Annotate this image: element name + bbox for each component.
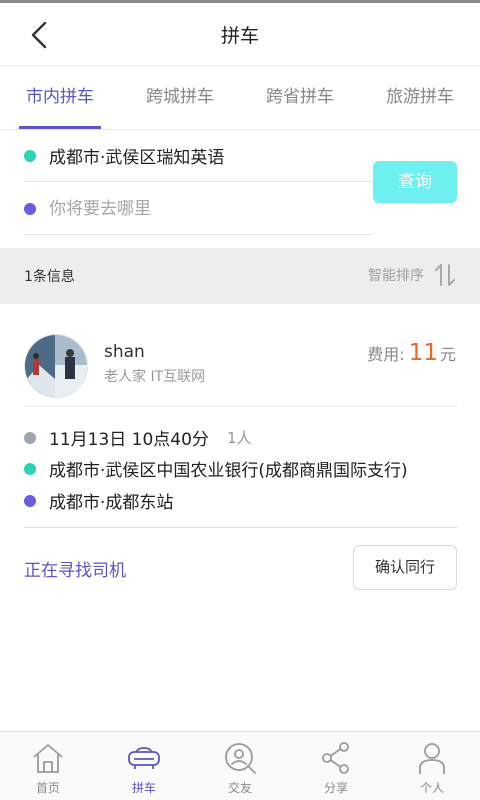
destination-input[interactable] bbox=[49, 198, 349, 219]
ride-status: 正在寻找司机 bbox=[24, 561, 126, 581]
fee-amount: 11 bbox=[408, 340, 438, 366]
divider bbox=[24, 527, 457, 528]
nav-friends[interactable]: 交友 bbox=[192, 732, 288, 800]
nav-label: 首页 bbox=[35, 781, 60, 795]
nav-carpool[interactable]: 拼车 bbox=[96, 732, 192, 800]
origin-dot-icon bbox=[24, 462, 36, 475]
destination-dot-icon bbox=[24, 494, 36, 507]
home-icon bbox=[33, 744, 63, 773]
driver-tags: 老人家 IT互联网 bbox=[104, 369, 206, 385]
person-search-icon bbox=[225, 743, 256, 774]
origin-row: 成都市·武侯区中国农业银行(成都商鼎国际支行) bbox=[24, 456, 408, 481]
carpool-card[interactable]: shan 老人家 IT互联网 费用: 11 元 11月13日 10点40分 1人… bbox=[0, 304, 480, 604]
avatar[interactable] bbox=[24, 334, 88, 398]
route-search-panel: 成都市·武侯区瑞知英语 查询 bbox=[0, 130, 480, 248]
destination-dot-icon bbox=[24, 202, 36, 215]
nav-label: 拼车 bbox=[131, 781, 156, 795]
departure-time: 11月13日 10点40分 bbox=[49, 430, 209, 450]
departure-time-row: 11月13日 10点40分 1人 bbox=[24, 425, 251, 450]
nav-label: 分享 bbox=[323, 781, 348, 795]
tab-label: 跨省拼车 bbox=[266, 87, 334, 107]
confirm-join-button[interactable]: 确认同行 bbox=[353, 545, 457, 590]
nav-share[interactable]: 分享 bbox=[288, 732, 384, 800]
tab-label: 旅游拼车 bbox=[386, 87, 454, 107]
driver-name: shan bbox=[104, 342, 145, 362]
page-title: 拼车 bbox=[220, 25, 259, 47]
tab-interprovince-carpool[interactable]: 跨省拼车 bbox=[240, 66, 360, 129]
tab-intercity-carpool[interactable]: 跨城拼车 bbox=[120, 66, 240, 129]
carpool-type-tabs: 市内拼车 跨城拼车 跨省拼车 旅游拼车 bbox=[0, 66, 480, 130]
passenger-count: 1人 bbox=[226, 429, 252, 447]
tab-label: 市内拼车 bbox=[26, 87, 94, 107]
nav-profile[interactable]: 个人 bbox=[384, 732, 480, 800]
origin-address: 成都市·武侯区中国农业银行(成都商鼎国际支行) bbox=[49, 461, 408, 481]
avatar-photo-icon bbox=[25, 335, 87, 397]
result-count: 1条信息 bbox=[24, 269, 75, 285]
bottom-nav: 首页 拼车 交友 分享 个人 bbox=[0, 731, 480, 800]
fee-unit: 元 bbox=[439, 345, 456, 364]
destination-field[interactable] bbox=[24, 183, 372, 235]
results-bar: 1条信息 智能排序 bbox=[0, 248, 480, 304]
query-button[interactable]: 查询 bbox=[373, 161, 457, 203]
fee: 费用: 11 元 bbox=[367, 340, 456, 366]
tab-travel-carpool[interactable]: 旅游拼车 bbox=[360, 66, 480, 129]
destination-address: 成都市·成都东站 bbox=[49, 493, 174, 513]
sort-arrows-icon bbox=[435, 264, 455, 286]
active-tab-indicator bbox=[19, 126, 101, 129]
car-icon bbox=[128, 747, 160, 769]
origin-field[interactable]: 成都市·武侯区瑞知英语 bbox=[24, 130, 372, 182]
user-icon bbox=[419, 743, 445, 774]
nav-label: 交友 bbox=[227, 781, 252, 795]
share-icon bbox=[322, 742, 349, 774]
nav-label: 个人 bbox=[419, 781, 444, 795]
time-dot-icon bbox=[24, 431, 36, 444]
top-bar: 拼车 bbox=[0, 0, 480, 66]
destination-row: 成都市·成都东站 bbox=[24, 488, 173, 513]
smart-sort-button[interactable]: 智能排序 bbox=[368, 262, 456, 288]
origin-text: 成都市·武侯区瑞知英语 bbox=[49, 148, 225, 168]
fee-label: 费用: bbox=[367, 345, 405, 364]
origin-dot-icon bbox=[24, 149, 36, 162]
tab-label: 跨城拼车 bbox=[146, 87, 214, 107]
divider bbox=[24, 406, 457, 407]
tab-city-carpool[interactable]: 市内拼车 bbox=[0, 66, 120, 129]
sort-label: 智能排序 bbox=[368, 268, 424, 284]
nav-home[interactable]: 首页 bbox=[0, 732, 96, 800]
